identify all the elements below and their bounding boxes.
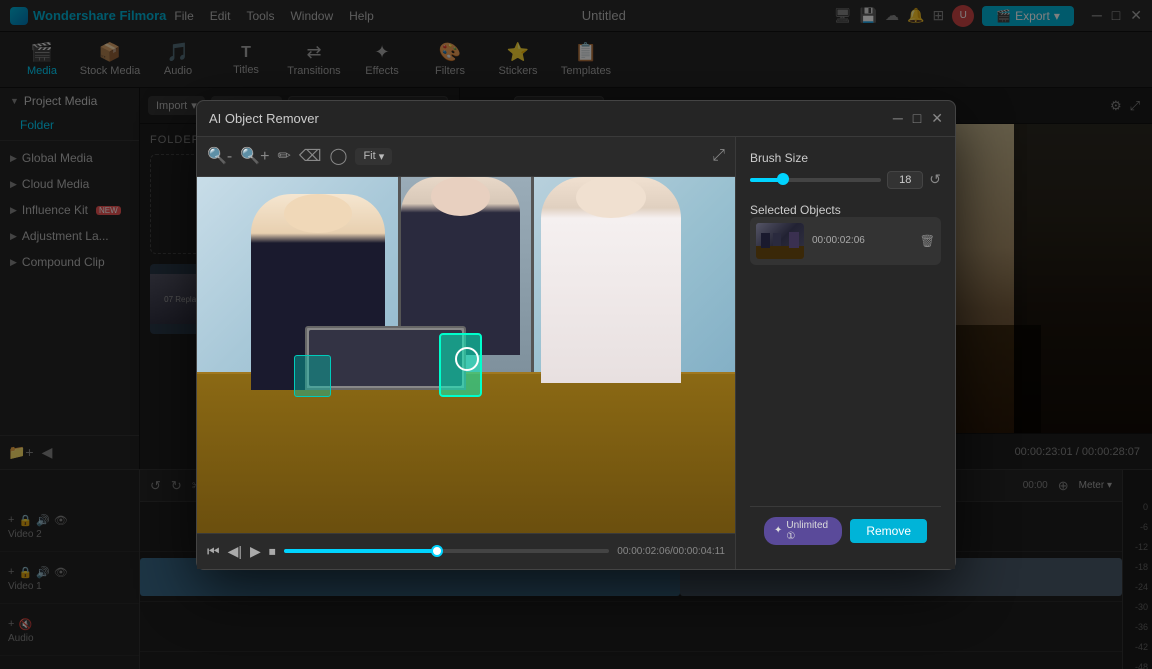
progress-fill <box>284 549 437 553</box>
video-frame <box>197 177 735 533</box>
brush-circle <box>455 347 479 371</box>
modal-right-panel: Brush Size 18 ↺ Selected Objects <box>735 137 955 569</box>
zoom-in-icon[interactable]: 🔍+ <box>240 146 269 166</box>
progress-thumb[interactable] <box>431 545 443 557</box>
modal-maximize-button[interactable]: □ <box>913 110 921 127</box>
brush-size-value[interactable]: 18 <box>887 171 923 189</box>
zoom-out-icon[interactable]: 🔍- <box>207 146 232 166</box>
pen-icon[interactable]: ✏ <box>278 146 291 166</box>
stop-icon[interactable]: ⏹ <box>269 543 276 560</box>
modal-overlay: AI Object Remover ─ □ ✕ 🔍- 🔍+ ✏ ⌫ <box>0 0 1152 669</box>
panel-spacer <box>750 275 941 496</box>
person2-head <box>431 177 490 216</box>
modal-window-controls: ─ □ ✕ <box>893 110 943 127</box>
skip-back-icon[interactable]: ⏮ <box>207 543 220 560</box>
object-time: 00:00:02:06 <box>812 235 912 246</box>
modal-close-button[interactable]: ✕ <box>931 110 943 127</box>
app-container: Wondershare Filmora File Edit Tools Wind… <box>0 0 1152 669</box>
play-icon[interactable]: ▶ <box>250 543 261 560</box>
modal-tool-right: ⤢ <box>712 147 725 165</box>
video-scene <box>197 177 735 533</box>
unlimited-label: Unlimited ① <box>786 520 832 542</box>
person1-head <box>284 194 351 233</box>
ai-object-remover-modal: AI Object Remover ─ □ ✕ 🔍- 🔍+ ✏ ⌫ <box>196 100 956 570</box>
playback-progress[interactable] <box>284 549 610 553</box>
object-thumbnail <box>756 223 804 259</box>
brush-slider[interactable] <box>750 178 881 182</box>
thumb-person3 <box>789 232 800 248</box>
modal-video-content <box>197 177 735 533</box>
thumb-person1 <box>761 233 771 247</box>
brush-size-row: 18 ↺ <box>750 171 941 189</box>
scene-cup <box>294 355 332 398</box>
thumb-person2 <box>773 233 782 246</box>
ai-icon: ✦ <box>774 525 782 536</box>
modal-footer: ✦ Unlimited ① Remove <box>750 506 941 555</box>
brush-size-section: Brush Size 18 ↺ <box>750 151 941 189</box>
export-frame-icon[interactable]: ⤢ <box>712 147 725 164</box>
fit-button[interactable]: Fit ▾ <box>355 148 392 165</box>
thumb-scene <box>756 223 804 259</box>
fit-label: Fit <box>363 150 375 162</box>
brush-reset-icon[interactable]: ↺ <box>929 171 941 188</box>
ai-badge: ✦ Unlimited ① <box>764 517 842 545</box>
modal-body: 🔍- 🔍+ ✏ ⌫ ◯ Fit ▾ ⤢ <box>197 137 955 569</box>
scene-person-3 <box>541 177 681 383</box>
modal-minimize-button[interactable]: ─ <box>893 110 903 127</box>
eraser-icon[interactable]: ⌫ <box>299 146 322 166</box>
modal-title: AI Object Remover <box>209 111 893 126</box>
brush-cursor <box>455 347 479 371</box>
fit-chevron: ▾ <box>379 150 385 163</box>
person3-head <box>576 177 646 218</box>
object-delete-icon[interactable]: 🗑 <box>920 234 935 248</box>
modal-video-toolbar: 🔍- 🔍+ ✏ ⌫ ◯ Fit ▾ ⤢ <box>197 137 735 177</box>
lasso-icon[interactable]: ◯ <box>330 146 348 166</box>
thumb-table <box>756 246 804 259</box>
playback-time: 00:00:02:06/00:00:04:11 <box>617 546 725 557</box>
modal-video-area: 🔍- 🔍+ ✏ ⌫ ◯ Fit ▾ ⤢ <box>197 137 735 569</box>
remove-label: Remove <box>866 524 911 538</box>
modal-playback-bar: ⏮ ◀| ▶ ⏹ 00:00:02:06/00:00:04:11 <box>197 533 735 569</box>
selected-objects-section: Selected Objects <box>750 199 941 265</box>
brush-size-title: Brush Size <box>750 151 941 165</box>
remove-button[interactable]: Remove <box>850 519 927 543</box>
object-card-1: 00:00:02:06 🗑 <box>750 217 941 265</box>
frame-back-icon[interactable]: ◀| <box>228 543 242 560</box>
modal-header: AI Object Remover ─ □ ✕ <box>197 101 955 137</box>
selected-objects-title: Selected Objects <box>750 203 941 217</box>
brush-slider-thumb[interactable] <box>777 173 789 185</box>
